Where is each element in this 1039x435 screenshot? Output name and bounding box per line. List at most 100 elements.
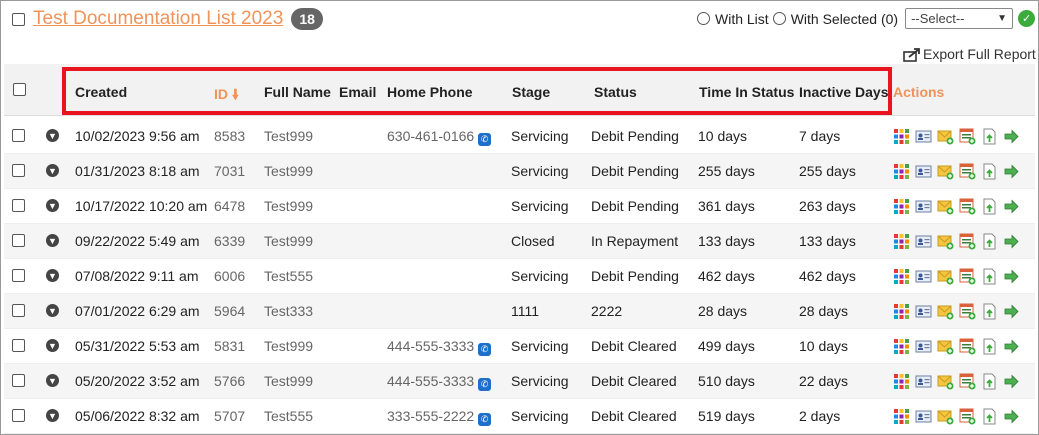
expand-down-icon[interactable]: ▼ xyxy=(46,374,59,387)
add-task-icon[interactable] xyxy=(959,408,976,425)
col-created[interactable]: Created xyxy=(75,84,127,100)
col-stage[interactable]: Stage xyxy=(512,84,550,100)
contact-card-icon[interactable] xyxy=(915,268,932,285)
add-task-icon[interactable] xyxy=(959,338,976,355)
add-task-icon[interactable] xyxy=(959,128,976,145)
cell-full-name[interactable]: Test999 xyxy=(264,338,313,354)
contact-card-icon[interactable] xyxy=(915,128,932,145)
row-checkbox[interactable] xyxy=(12,409,25,422)
add-note-icon[interactable] xyxy=(937,338,954,355)
add-note-icon[interactable] xyxy=(937,408,954,425)
row-checkbox[interactable] xyxy=(12,234,25,247)
forward-arrow-icon[interactable] xyxy=(1003,373,1020,390)
cell-id[interactable]: 6006 xyxy=(214,268,245,284)
row-checkbox[interactable] xyxy=(12,199,25,212)
go-check-icon[interactable]: ✓ xyxy=(1018,10,1036,27)
grid-icon[interactable] xyxy=(893,303,910,320)
col-inactive-days[interactable]: Inactive Days xyxy=(799,84,889,100)
add-note-icon[interactable] xyxy=(937,233,954,250)
grid-icon[interactable] xyxy=(893,338,910,355)
cell-id[interactable]: 5707 xyxy=(214,408,245,424)
expand-down-icon[interactable]: ▼ xyxy=(46,234,59,247)
expand-down-icon[interactable]: ▼ xyxy=(46,304,59,317)
cell-full-name[interactable]: Test999 xyxy=(264,128,313,144)
phone-icon[interactable]: ✆ xyxy=(478,133,492,146)
add-task-icon[interactable] xyxy=(959,268,976,285)
add-note-icon[interactable] xyxy=(937,373,954,390)
contact-card-icon[interactable] xyxy=(915,338,932,355)
add-task-icon[interactable] xyxy=(959,303,976,320)
forward-arrow-icon[interactable] xyxy=(1003,338,1020,355)
add-note-icon[interactable] xyxy=(937,128,954,145)
add-note-icon[interactable] xyxy=(937,198,954,215)
cell-id[interactable]: 6339 xyxy=(214,233,245,249)
export-full-report-link[interactable]: Export Full Report xyxy=(903,46,1036,62)
forward-arrow-icon[interactable] xyxy=(1003,268,1020,285)
forward-arrow-icon[interactable] xyxy=(1003,163,1020,180)
col-home-phone[interactable]: Home Phone xyxy=(387,84,473,100)
col-full-name[interactable]: Full Name xyxy=(264,84,331,100)
contact-card-icon[interactable] xyxy=(915,303,932,320)
grid-icon[interactable] xyxy=(893,408,910,425)
select-all-checkbox[interactable] xyxy=(13,83,26,96)
upload-document-icon[interactable] xyxy=(981,338,998,355)
row-checkbox[interactable] xyxy=(12,339,25,352)
grid-icon[interactable] xyxy=(893,163,910,180)
bulk-action-select[interactable]: --Select-- ▼ xyxy=(905,8,1014,29)
contact-card-icon[interactable] xyxy=(915,198,932,215)
contact-card-icon[interactable] xyxy=(915,373,932,390)
expand-down-icon[interactable]: ▼ xyxy=(46,164,59,177)
forward-arrow-icon[interactable] xyxy=(1003,128,1020,145)
row-checkbox[interactable] xyxy=(12,129,25,142)
cell-full-name[interactable]: Test333 xyxy=(264,303,313,319)
row-checkbox[interactable] xyxy=(12,269,25,282)
expand-down-icon[interactable]: ▼ xyxy=(46,269,59,282)
cell-id[interactable]: 7031 xyxy=(214,163,245,179)
forward-arrow-icon[interactable] xyxy=(1003,198,1020,215)
add-note-icon[interactable] xyxy=(937,163,954,180)
col-time-in-status[interactable]: Time In Status xyxy=(699,84,794,100)
phone-icon[interactable]: ✆ xyxy=(478,343,492,356)
upload-document-icon[interactable] xyxy=(981,268,998,285)
row-checkbox[interactable] xyxy=(12,374,25,387)
cell-id[interactable]: 5831 xyxy=(214,338,245,354)
expand-down-icon[interactable]: ▼ xyxy=(46,409,59,422)
grid-icon[interactable] xyxy=(893,373,910,390)
upload-document-icon[interactable] xyxy=(981,303,998,320)
upload-document-icon[interactable] xyxy=(981,198,998,215)
col-email[interactable]: Email xyxy=(339,84,376,100)
cell-full-name[interactable]: Test999 xyxy=(264,198,313,214)
with-list-radio[interactable] xyxy=(697,12,710,25)
upload-document-icon[interactable] xyxy=(981,408,998,425)
cell-full-name[interactable]: Test999 xyxy=(264,373,313,389)
add-note-icon[interactable] xyxy=(937,268,954,285)
cell-full-name[interactable]: Test555 xyxy=(264,408,313,424)
add-task-icon[interactable] xyxy=(959,233,976,250)
upload-document-icon[interactable] xyxy=(981,233,998,250)
grid-icon[interactable] xyxy=(893,268,910,285)
upload-document-icon[interactable] xyxy=(981,163,998,180)
expand-down-icon[interactable]: ▼ xyxy=(46,129,59,142)
cell-id[interactable]: 5964 xyxy=(214,303,245,319)
select-list-checkbox[interactable] xyxy=(12,12,25,26)
phone-icon[interactable]: ✆ xyxy=(478,378,492,391)
cell-full-name[interactable]: Test999 xyxy=(264,163,313,179)
contact-card-icon[interactable] xyxy=(915,163,932,180)
cell-full-name[interactable]: Test999 xyxy=(264,233,313,249)
row-checkbox[interactable] xyxy=(12,304,25,317)
grid-icon[interactable] xyxy=(893,198,910,215)
cell-id[interactable]: 8583 xyxy=(214,128,245,144)
col-status[interactable]: Status xyxy=(594,84,637,100)
list-title-link[interactable]: Test Documentation List 2023 xyxy=(33,8,283,30)
add-task-icon[interactable] xyxy=(959,198,976,215)
grid-icon[interactable] xyxy=(893,128,910,145)
forward-arrow-icon[interactable] xyxy=(1003,233,1020,250)
add-task-icon[interactable] xyxy=(959,163,976,180)
forward-arrow-icon[interactable] xyxy=(1003,303,1020,320)
col-id[interactable]: ID 🠛 xyxy=(214,84,239,108)
add-task-icon[interactable] xyxy=(959,373,976,390)
cell-id[interactable]: 6478 xyxy=(214,198,245,214)
forward-arrow-icon[interactable] xyxy=(1003,408,1020,425)
expand-down-icon[interactable]: ▼ xyxy=(46,339,59,352)
contact-card-icon[interactable] xyxy=(915,408,932,425)
